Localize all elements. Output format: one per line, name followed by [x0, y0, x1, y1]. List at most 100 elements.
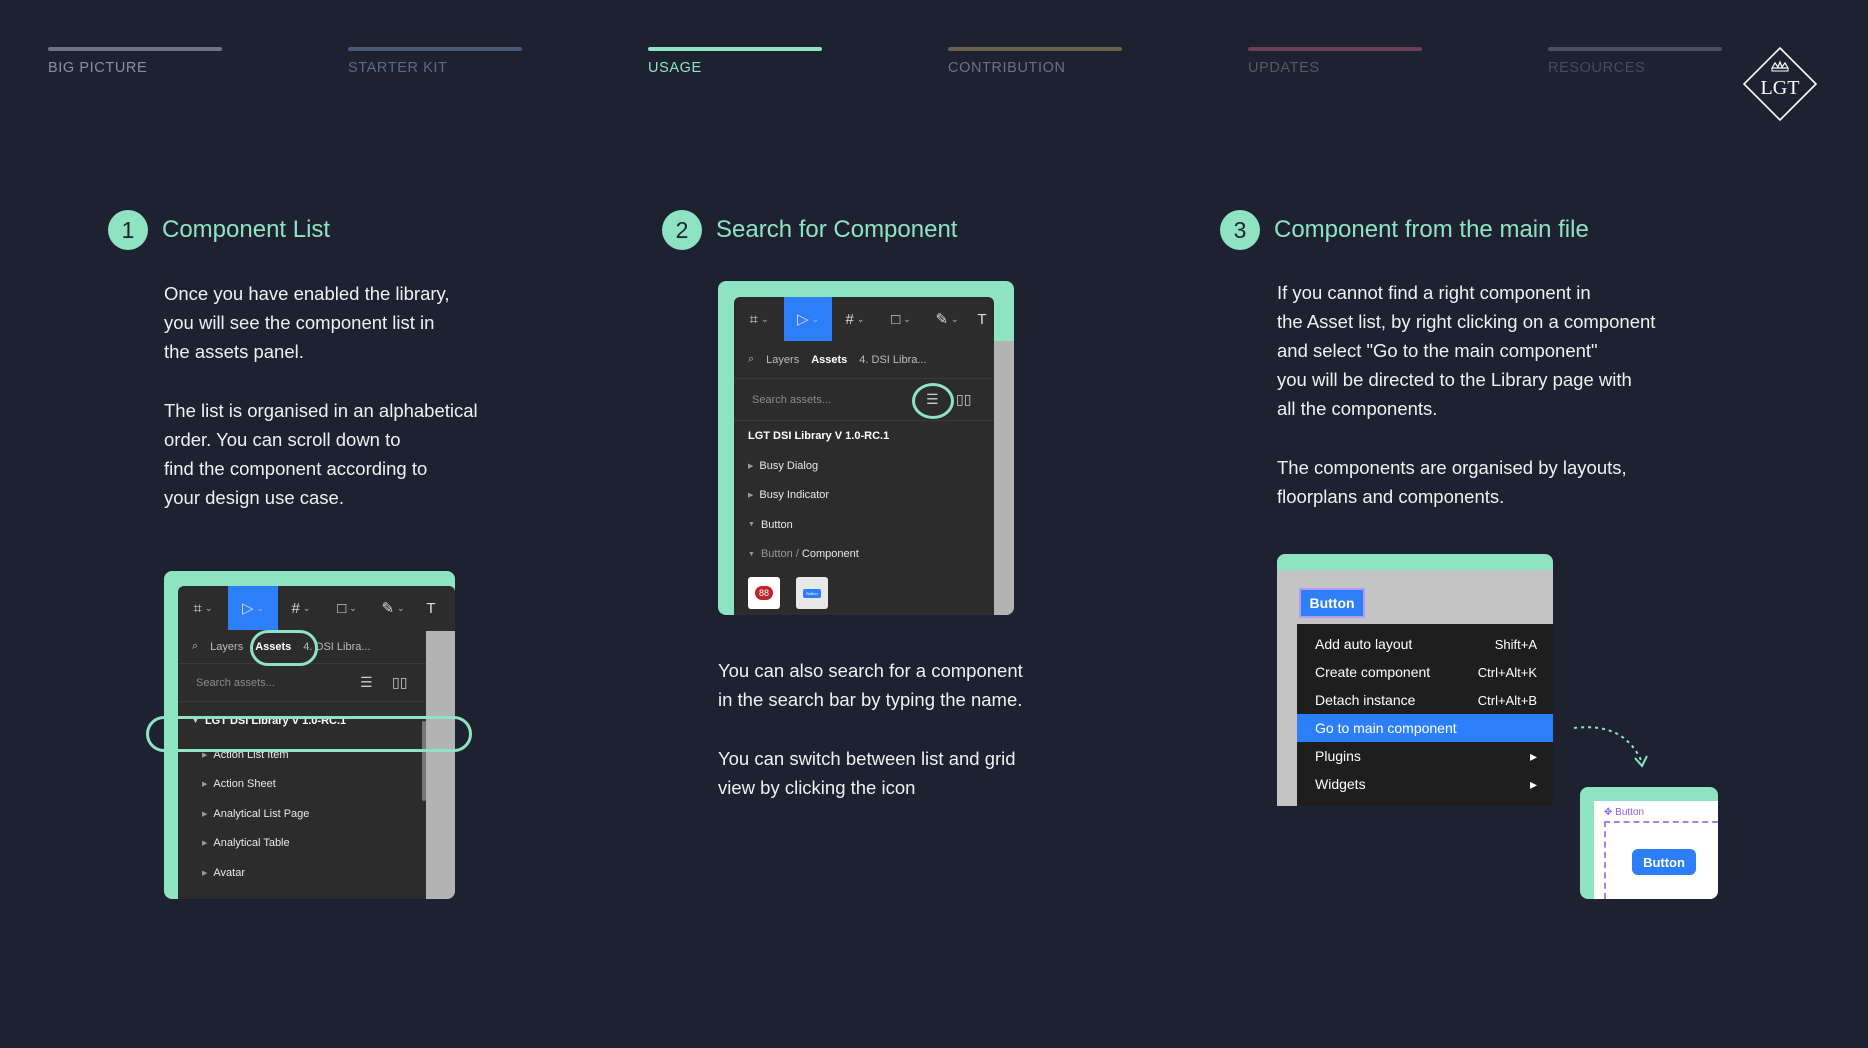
- nav-item-starter-kit[interactable]: STARTER KIT: [348, 47, 648, 76]
- list-item[interactable]: ▶ Analytical Table: [178, 829, 455, 859]
- nav-label: UPDATES: [1248, 60, 1320, 76]
- menu-item-go-to-main-component[interactable]: Go to main component: [1297, 714, 1553, 742]
- path-separator: /: [792, 548, 802, 561]
- text-tool-icon[interactable]: T: [970, 297, 994, 341]
- list-view-icon[interactable]: ☰: [360, 674, 373, 691]
- menu-item-detach-instance[interactable]: Detach instance Ctrl+Alt+B: [1297, 686, 1553, 714]
- nav-bar: [348, 47, 522, 51]
- nav-label: CONTRIBUTION: [948, 60, 1066, 76]
- caret-right-icon: ▶: [202, 781, 208, 789]
- shape-tool-icon[interactable]: □ ⌄: [324, 586, 370, 630]
- frame-tool-icon[interactable]: # ⌄: [832, 297, 878, 341]
- step-number: 3: [1220, 210, 1260, 250]
- search-input[interactable]: Search assets...: [196, 677, 275, 689]
- top-navigation: BIG PICTURE STARTER KIT USAGE CONTRIBUTI…: [48, 47, 1848, 76]
- button-thumbnail-label: Button: [803, 588, 821, 598]
- pen-tool-icon[interactable]: ✎ ⌄: [370, 586, 416, 630]
- caret-down-icon: ▼: [748, 550, 755, 558]
- step-number: 1: [108, 210, 148, 250]
- move-tool-icon[interactable]: ▷ ⌄: [228, 586, 278, 630]
- list-item-label: Busy Indicator: [759, 489, 830, 502]
- asset-search[interactable]: Search assets... ☰ ▯▯: [178, 664, 455, 702]
- list-item[interactable]: ▼ Button / Component: [734, 540, 994, 570]
- panel-tabs: ⌕ Layers Assets 4. DSI Libra...: [734, 341, 994, 379]
- component-name-label: ✥ Button: [1604, 807, 1645, 818]
- list-item[interactable]: ▼ Button: [734, 510, 994, 540]
- asset-search[interactable]: Search assets... ☰ ▯▯: [734, 379, 994, 421]
- nav-bar: [48, 47, 222, 51]
- library-select[interactable]: 4. DSI Libra...: [859, 354, 926, 366]
- selected-button-component[interactable]: Button: [1299, 588, 1365, 618]
- list-item-label: Analytical Table: [213, 837, 290, 850]
- library-book-icon[interactable]: ▯▯: [956, 391, 971, 408]
- main-component-screenshot: ✥ Button Button: [1580, 787, 1718, 899]
- list-item[interactable]: ▶ Busy Indicator: [734, 481, 994, 511]
- path-child: Component: [801, 548, 859, 561]
- library-page-canvas: ✥ Button Button: [1594, 801, 1718, 899]
- move-tool-icon[interactable]: ▷ ⌄: [784, 297, 832, 341]
- list-item[interactable]: ▶ Busy Dialog: [734, 451, 994, 481]
- list-item[interactable]: ▶ Analytical List Page: [178, 799, 455, 829]
- badge-thumbnail-label: 88: [754, 586, 773, 600]
- section2-paragraph-1: You can also search for a component in t…: [718, 660, 1023, 710]
- shape-tool-icon[interactable]: □ ⌄: [878, 297, 924, 341]
- nav-item-big-picture[interactable]: BIG PICTURE: [48, 47, 348, 76]
- caret-right-icon: ▶: [202, 869, 208, 877]
- menu-item-create-component[interactable]: Create component Ctrl+Alt+K: [1297, 658, 1553, 686]
- context-menu: Add auto layout Shift+A Create component C…: [1297, 624, 1553, 806]
- search-icon: ⌕: [748, 353, 755, 365]
- nav-bar: [648, 47, 822, 51]
- nav-bar: [1548, 47, 1722, 51]
- frame-tool-icon[interactable]: # ⌄: [278, 586, 324, 630]
- caret-right-icon: ▶: [202, 810, 208, 818]
- nav-item-contribution[interactable]: CONTRIBUTION: [948, 47, 1248, 76]
- tab-layers[interactable]: Layers: [766, 354, 799, 366]
- component-icon: ✥: [1604, 807, 1613, 818]
- tab-layers[interactable]: Layers: [210, 641, 243, 653]
- step-title: Component from the main file: [1274, 216, 1589, 243]
- menu-item-plugins[interactable]: Plugins ▸: [1297, 742, 1553, 770]
- menu-item-widgets[interactable]: Widgets ▸: [1297, 770, 1553, 798]
- nav-label: STARTER KIT: [348, 60, 448, 76]
- nav-item-usage[interactable]: USAGE: [648, 47, 948, 76]
- list-item-label: Analytical List Page: [213, 807, 310, 820]
- lgt-logo: LGT: [1742, 46, 1818, 122]
- step-3-heading: 3 Component from the main file: [1220, 210, 1589, 250]
- button-thumbnail[interactable]: Button: [796, 577, 828, 609]
- main-menu-icon[interactable]: ⌗ ⌄: [734, 297, 784, 341]
- submenu-arrow-icon: ▸: [1529, 775, 1537, 792]
- list-item[interactable]: ▶ Action Sheet: [178, 770, 455, 800]
- menu-item-add-auto-layout[interactable]: Add auto layout Shift+A: [1297, 630, 1553, 658]
- pen-tool-icon[interactable]: ✎ ⌄: [924, 297, 970, 341]
- section3-paragraph-2: The components are organised by layouts,…: [1277, 457, 1627, 507]
- search-input[interactable]: Search assets...: [752, 394, 831, 406]
- list-item-label: Busy Dialog: [759, 459, 819, 472]
- main-menu-icon[interactable]: ⌗ ⌄: [178, 586, 228, 630]
- caret-right-icon: ▶: [748, 462, 754, 470]
- path-parent: Button: [760, 548, 793, 561]
- step-title: Component List: [162, 216, 331, 243]
- main-button-component[interactable]: Button: [1632, 849, 1696, 875]
- list-item-label: Button: [760, 518, 793, 531]
- tab-assets[interactable]: Assets: [811, 354, 847, 366]
- nav-bar: [948, 47, 1122, 51]
- library-title: LGT DSI Library V 1.0-RC.1: [748, 430, 890, 442]
- text-tool-icon[interactable]: T: [416, 586, 446, 630]
- context-menu-screenshot: Button Add auto layout Shift+A Create com…: [1277, 554, 1553, 806]
- badge-thumbnail[interactable]: 88: [748, 577, 780, 609]
- highlight-assets-tab: [250, 630, 318, 666]
- nav-item-updates[interactable]: UPDATES: [1248, 47, 1548, 76]
- nav-label: USAGE: [648, 60, 702, 76]
- section1-paragraph-1: Once you have enabled the library, you w…: [164, 283, 450, 362]
- search-icon: ⌕: [192, 640, 199, 652]
- highlight-library-title: [146, 716, 472, 752]
- nav-label: BIG PICTURE: [48, 60, 148, 76]
- library-book-icon[interactable]: ▯▯: [392, 674, 407, 691]
- step-2-heading: 2 Search for Component: [662, 210, 957, 250]
- assets-panel-screenshot-2: ⌗ ⌄ ▷ ⌄ # ⌄ □ ⌄ ✎ ⌄ T ⌕ Layers Assets 4. DSI …: [718, 281, 1014, 615]
- canvas-edge: [426, 631, 455, 899]
- caret-right-icon: ▶: [202, 840, 208, 848]
- logo-text: LGT: [1761, 77, 1800, 99]
- list-item[interactable]: ▶ Avatar: [178, 858, 455, 888]
- highlight-list-view-icon: [912, 383, 954, 419]
